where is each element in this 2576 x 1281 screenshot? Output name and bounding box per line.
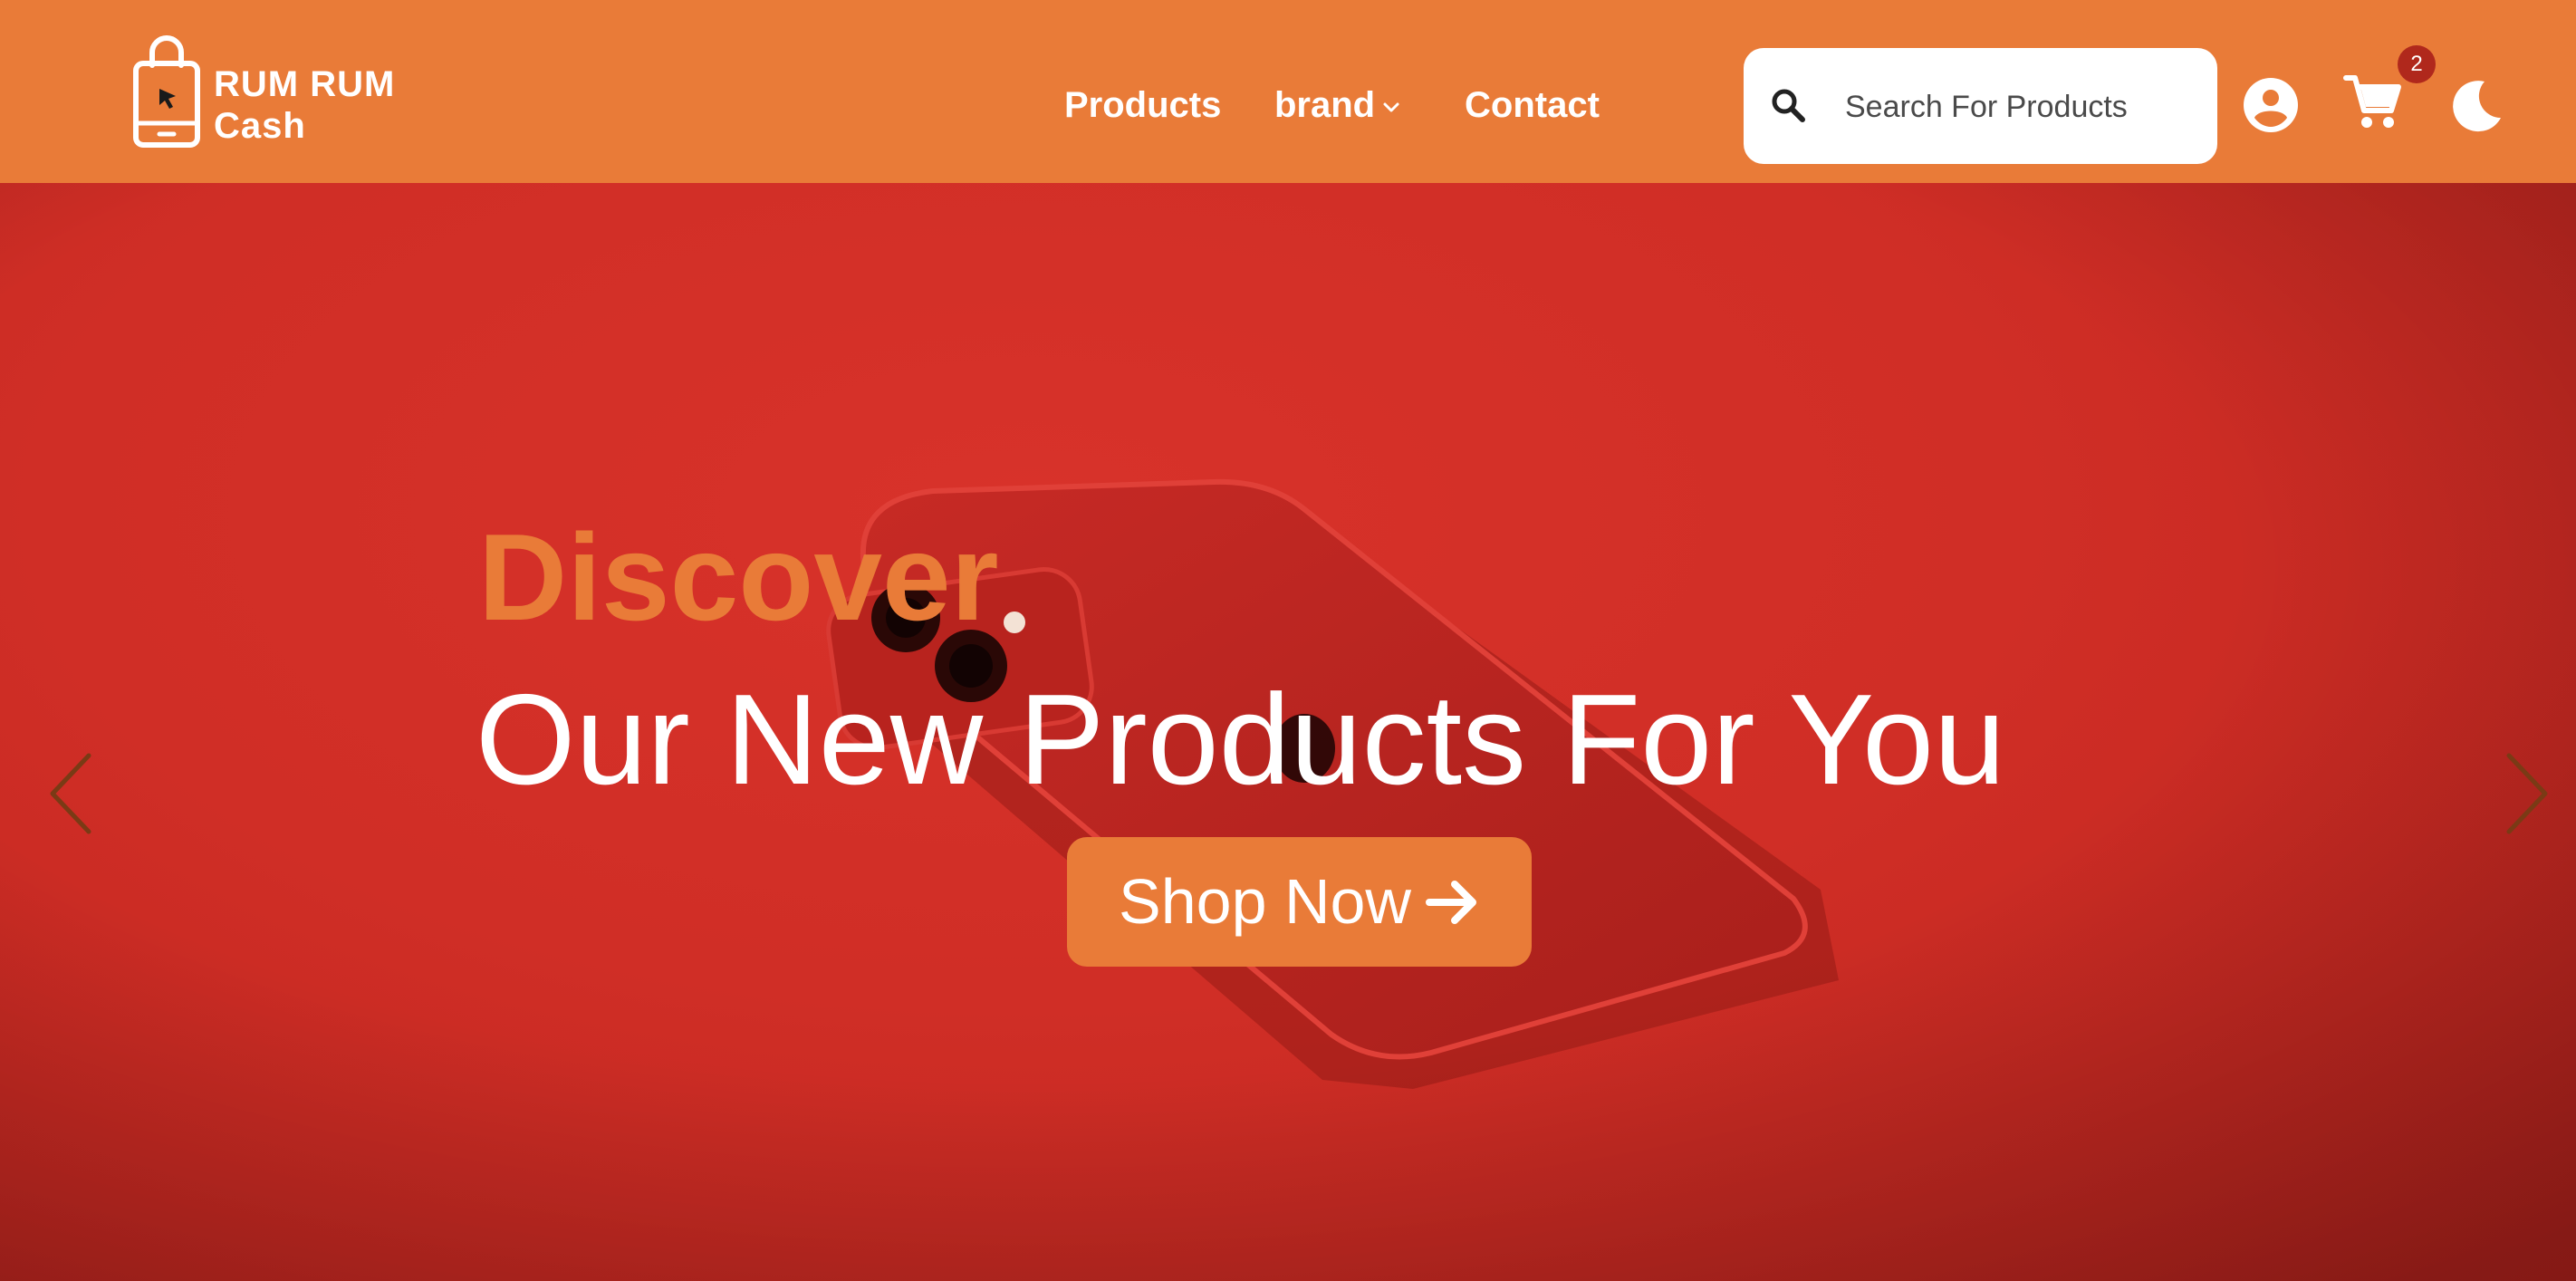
account-circle-icon[interactable] bbox=[2242, 76, 2300, 134]
site-header: RUM RUM Cash Products brand Contact Sear… bbox=[0, 0, 2576, 183]
arrow-right-icon bbox=[1425, 880, 1476, 924]
moon-icon[interactable] bbox=[2448, 78, 2504, 134]
shopping-cart-icon[interactable] bbox=[2342, 72, 2402, 132]
chevron-down-icon bbox=[1383, 102, 1399, 112]
shopping-bag-cursor-icon bbox=[133, 35, 200, 148]
brand-logo[interactable]: RUM RUM Cash bbox=[132, 33, 422, 150]
hero-eyebrow: Discover bbox=[478, 508, 999, 646]
nav-brand-label: brand bbox=[1274, 85, 1376, 125]
brand-name-line2: Cash bbox=[214, 106, 306, 146]
hero-title: Our New Products For You bbox=[476, 668, 2006, 812]
nav-link-contact[interactable]: Contact bbox=[1465, 78, 1600, 132]
brand-name-line1: RUM RUM bbox=[214, 64, 396, 104]
shop-now-label: Shop Now bbox=[1119, 866, 1411, 937]
search-input[interactable] bbox=[1843, 79, 2200, 135]
brand-name: RUM RUM Cash bbox=[214, 63, 395, 147]
page: RUM RUM Cash Products brand Contact Sear… bbox=[0, 0, 2576, 1281]
nav-link-products[interactable]: Products bbox=[1064, 78, 1221, 132]
search-icon[interactable] bbox=[1767, 84, 1809, 126]
cart-count-badge: 2 bbox=[2398, 45, 2436, 83]
search-box bbox=[1744, 48, 2217, 164]
nav-dropdown-brand[interactable]: brand bbox=[1274, 78, 1402, 132]
shop-now-button[interactable]: Shop Now bbox=[1067, 837, 1532, 967]
hero-carousel: Discover Our New Products For You Shop N… bbox=[0, 183, 2576, 1281]
chevron-left-icon[interactable] bbox=[43, 748, 98, 839]
chevron-right-icon[interactable] bbox=[2500, 748, 2554, 839]
